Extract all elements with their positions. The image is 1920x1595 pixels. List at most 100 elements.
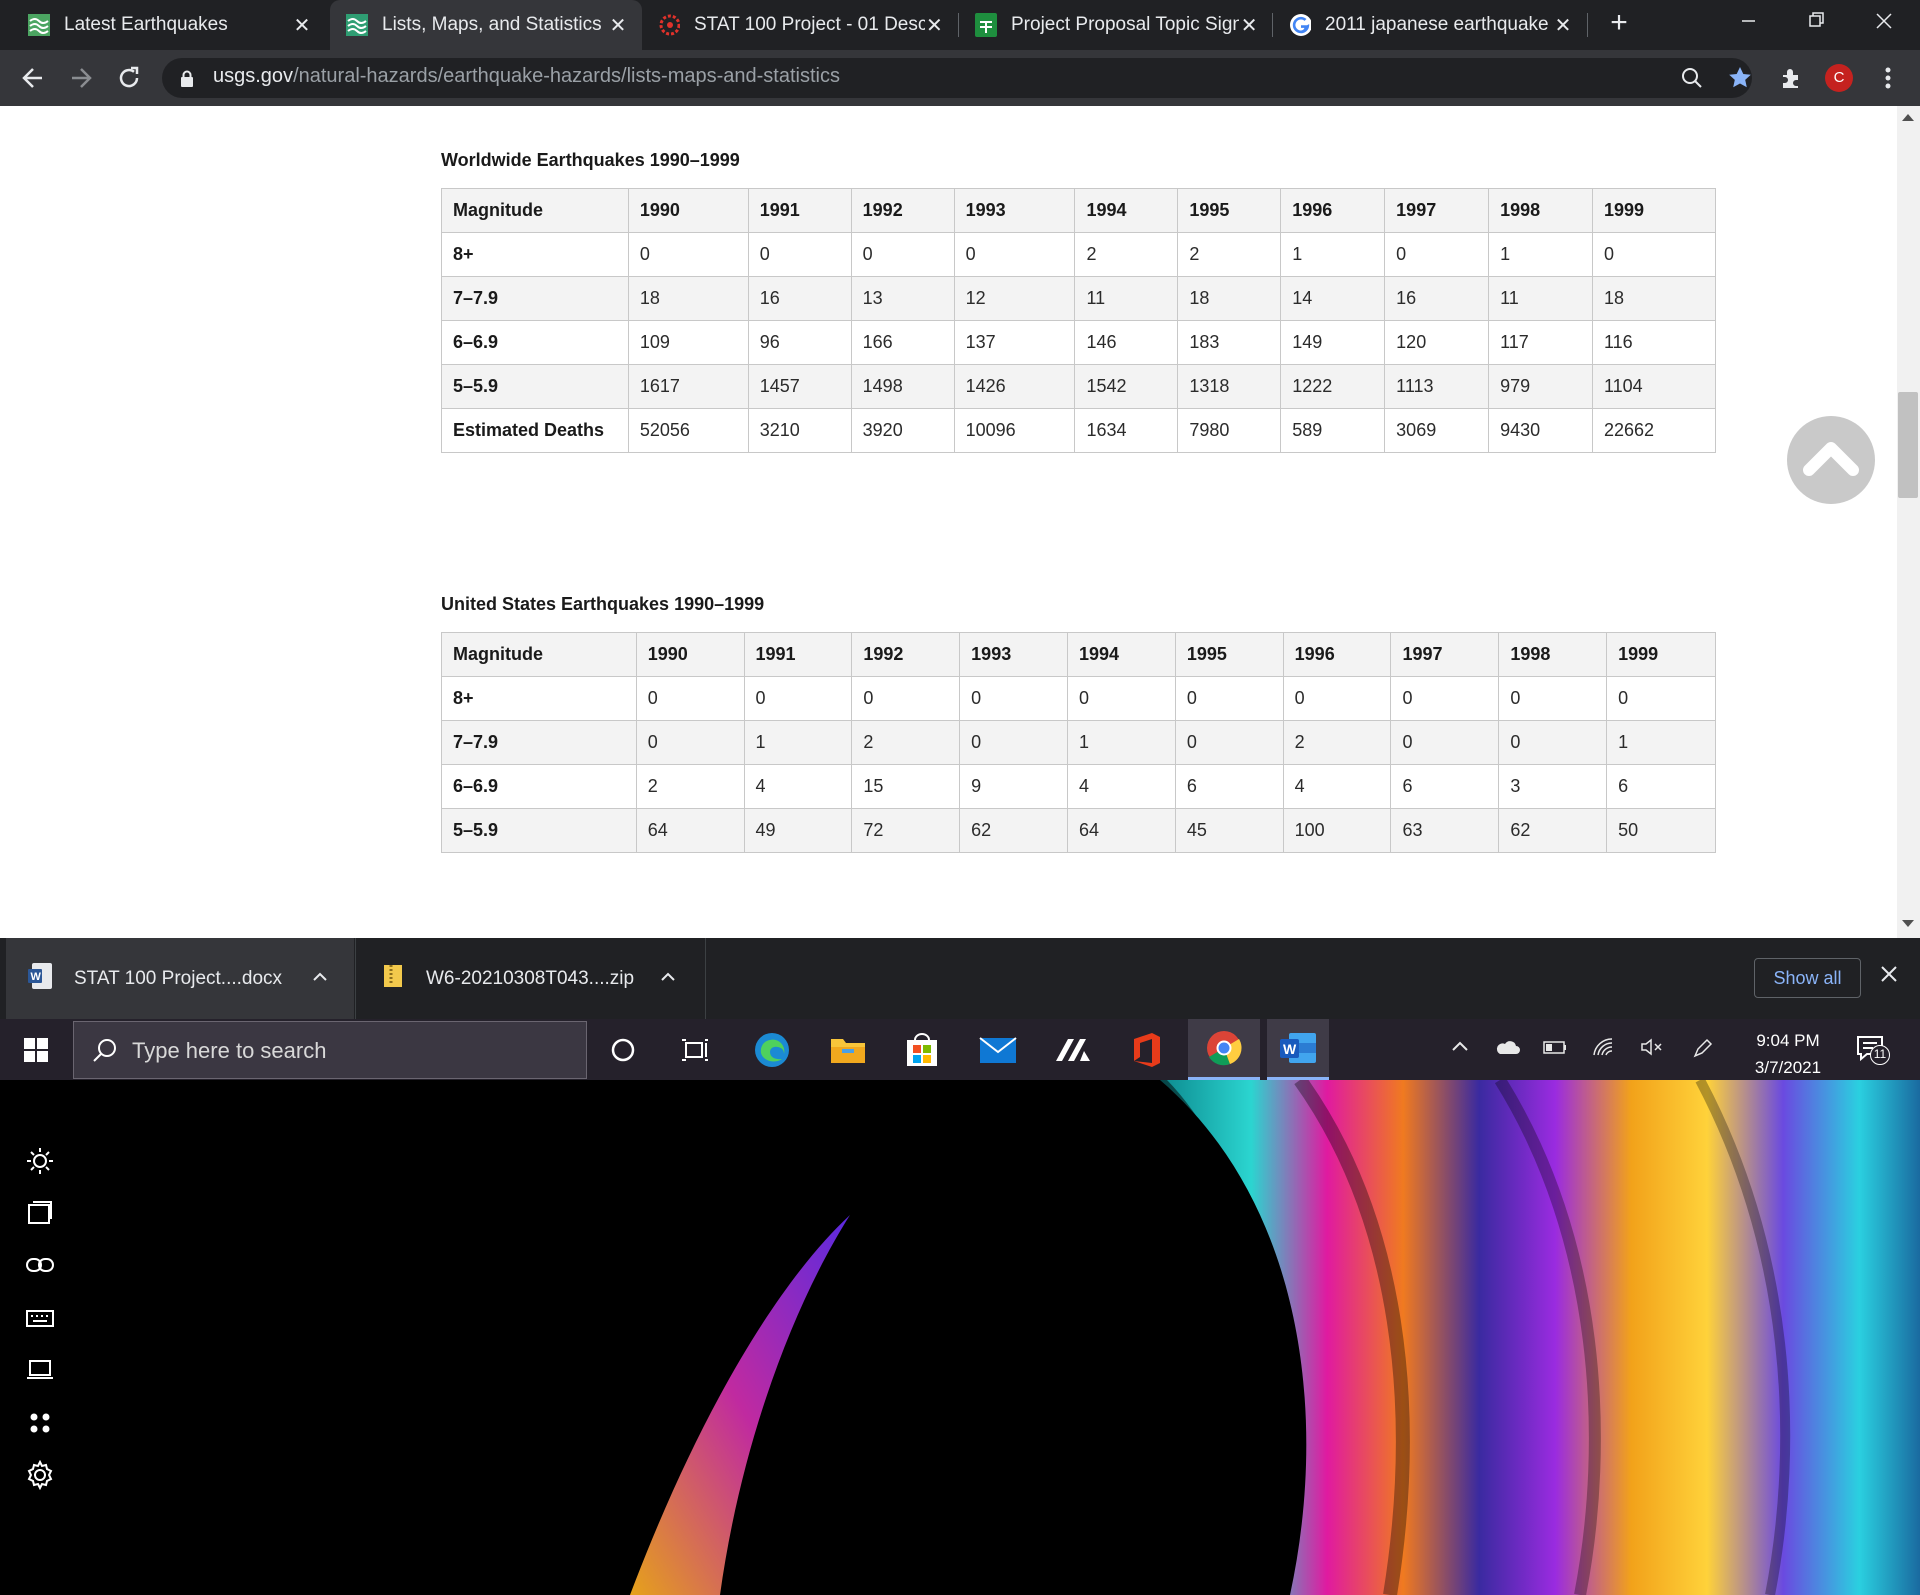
table-header-row: Magnitude 1990 1991 1992 1993 1994 1995 1996 199…: [441, 632, 1716, 677]
browser-tab-strip: Latest Earthquakes ✕ Lists, Maps, and St…: [0, 0, 1920, 50]
column-header: 1995: [1177, 188, 1282, 233]
table-cell: 0: [1174, 720, 1284, 765]
tab-stat-100-project[interactable]: STAT 100 Project - 01 Descr ✕: [642, 0, 958, 50]
keyboard-icon[interactable]: [22, 1300, 58, 1336]
brightness-icon[interactable]: [22, 1143, 58, 1179]
volume-muted-icon[interactable]: [1640, 1037, 1664, 1063]
onedrive-icon[interactable]: [1494, 1037, 1520, 1063]
windows-start-icon[interactable]: [6, 1019, 66, 1080]
back-button[interactable]: [15, 60, 51, 96]
reload-button[interactable]: [111, 60, 147, 96]
battery-icon[interactable]: [1542, 1037, 1568, 1063]
table-row: 5–5.9 1617 1457 1498 1426 1542 1318 1222 1113 979…: [441, 364, 1717, 409]
side-toolbar: [0, 1080, 70, 1595]
download-item-zip[interactable]: W6-20210308T043....zip: [356, 938, 704, 1019]
table-row: 5–5.9 64 49 72 62 64 45 100 63 62 50: [441, 808, 1716, 853]
table-cell: 2: [1074, 232, 1179, 277]
tab-title: Lists, Maps, and Statistics: [382, 14, 602, 35]
close-tab-icon[interactable]: ✕: [1239, 13, 1259, 38]
row-label: 8+: [441, 232, 629, 277]
edge-browser-icon[interactable]: [742, 1019, 802, 1080]
back-to-top-button[interactable]: [1787, 416, 1875, 504]
word-icon[interactable]: W: [1267, 1019, 1329, 1080]
download-item-docx[interactable]: W STAT 100 Project....docx: [6, 938, 354, 1019]
restore-button[interactable]: [1788, 0, 1844, 42]
tab-lists-maps-statistics[interactable]: Lists, Maps, and Statistics ✕: [330, 0, 642, 50]
settings-gear-icon[interactable]: [22, 1457, 58, 1493]
office-icon[interactable]: [1117, 1019, 1177, 1080]
scrollbar-thumb[interactable]: [1898, 392, 1918, 498]
new-tab-button[interactable]: +: [1603, 8, 1635, 40]
table-cell: 96: [747, 320, 852, 365]
tab-2011-japanese-earthquake[interactable]: 2011 japanese earthquake ✕: [1273, 0, 1587, 50]
table-cell: 16: [1384, 276, 1490, 321]
chrome-icon[interactable]: [1188, 1019, 1260, 1080]
mail-icon[interactable]: [968, 1019, 1028, 1080]
menu-kebab-icon[interactable]: [1872, 62, 1904, 94]
extensions-icon[interactable]: [1775, 62, 1807, 94]
row-label: 5–5.9: [441, 808, 637, 853]
forward-button[interactable]: [63, 60, 99, 96]
close-tab-icon[interactable]: ✕: [925, 13, 944, 38]
table-cell: 0: [850, 232, 955, 277]
zoom-icon[interactable]: [1676, 62, 1708, 94]
file-explorer-icon[interactable]: [818, 1019, 878, 1080]
close-window-button[interactable]: [1856, 0, 1912, 42]
table-cell: 0: [1498, 676, 1608, 721]
tab-project-proposal[interactable]: Project Proposal Topic Sign ✕: [959, 0, 1273, 50]
table-cell: 1542: [1074, 364, 1179, 409]
bookmark-star-icon[interactable]: [1724, 62, 1756, 94]
table-cell: 64: [635, 808, 745, 853]
scroll-up-arrow[interactable]: [1902, 114, 1914, 121]
table-cell: 1: [1606, 720, 1716, 765]
close-tab-icon[interactable]: ✕: [292, 13, 312, 38]
chevron-up-icon[interactable]: [312, 966, 328, 996]
address-bar[interactable]: usgs.gov/natural-hazards/earthquake-haza…: [162, 58, 1752, 98]
table-cell: 1426: [953, 364, 1076, 409]
profile-initial: C: [1825, 64, 1853, 92]
tab-separator: [1587, 13, 1588, 37]
taskbar-clock[interactable]: 9:04 PM 3/7/2021: [1740, 1027, 1836, 1081]
column-header: 1998: [1498, 632, 1608, 677]
chevron-up-icon[interactable]: [660, 966, 676, 996]
show-all-button[interactable]: Show all: [1754, 958, 1861, 998]
svg-text:W: W: [31, 971, 42, 983]
table-cell: 9: [959, 764, 1068, 809]
pen-icon[interactable]: [1692, 1037, 1714, 1065]
screenshot-icon[interactable]: [22, 1195, 58, 1231]
url-text[interactable]: usgs.gov/natural-hazards/earthquake-haza…: [213, 65, 840, 88]
show-hidden-icons-chevron[interactable]: [1450, 1037, 1470, 1063]
table-cell: 1457: [747, 364, 852, 409]
scroll-down-arrow[interactable]: [1902, 920, 1914, 927]
table-cell: 0: [1498, 720, 1608, 765]
google-sheets-icon: [975, 13, 997, 37]
cortana-icon[interactable]: [593, 1019, 653, 1080]
app-icon[interactable]: [1043, 1019, 1103, 1080]
microsoft-store-icon[interactable]: [892, 1019, 952, 1080]
minimize-button[interactable]: [1720, 0, 1776, 42]
column-header: 1993: [953, 188, 1076, 233]
table-cell: 0: [1606, 676, 1716, 721]
link-icon[interactable]: [22, 1247, 58, 1283]
tab-latest-earthquakes[interactable]: Latest Earthquakes ✕: [0, 0, 326, 50]
table-cell: 0: [1384, 232, 1490, 277]
profile-avatar[interactable]: C: [1823, 62, 1855, 94]
apps-grid-icon[interactable]: [22, 1405, 58, 1441]
row-label: 7–7.9: [441, 720, 637, 765]
tab-title: STAT 100 Project - 01 Descr: [694, 14, 925, 35]
lock-icon[interactable]: [180, 70, 194, 93]
notifications-icon[interactable]: 11: [1856, 1035, 1892, 1071]
task-view-icon[interactable]: [665, 1019, 725, 1080]
browser-toolbar: usgs.gov/natural-hazards/earthquake-haza…: [0, 50, 1920, 106]
table-cell: 0: [743, 676, 853, 721]
close-tab-icon[interactable]: ✕: [608, 13, 628, 38]
column-header: 1996: [1280, 188, 1386, 233]
column-header: 1999: [1606, 632, 1716, 677]
wifi-icon[interactable]: [1592, 1037, 1616, 1063]
close-tab-icon[interactable]: ✕: [1553, 13, 1573, 38]
close-downloads-icon[interactable]: [1880, 962, 1898, 990]
page-scrollbar[interactable]: [1897, 106, 1920, 938]
taskbar-search-box[interactable]: Type here to search: [73, 1021, 587, 1079]
laptop-icon[interactable]: [22, 1352, 58, 1388]
column-header: Magnitude: [441, 632, 637, 677]
